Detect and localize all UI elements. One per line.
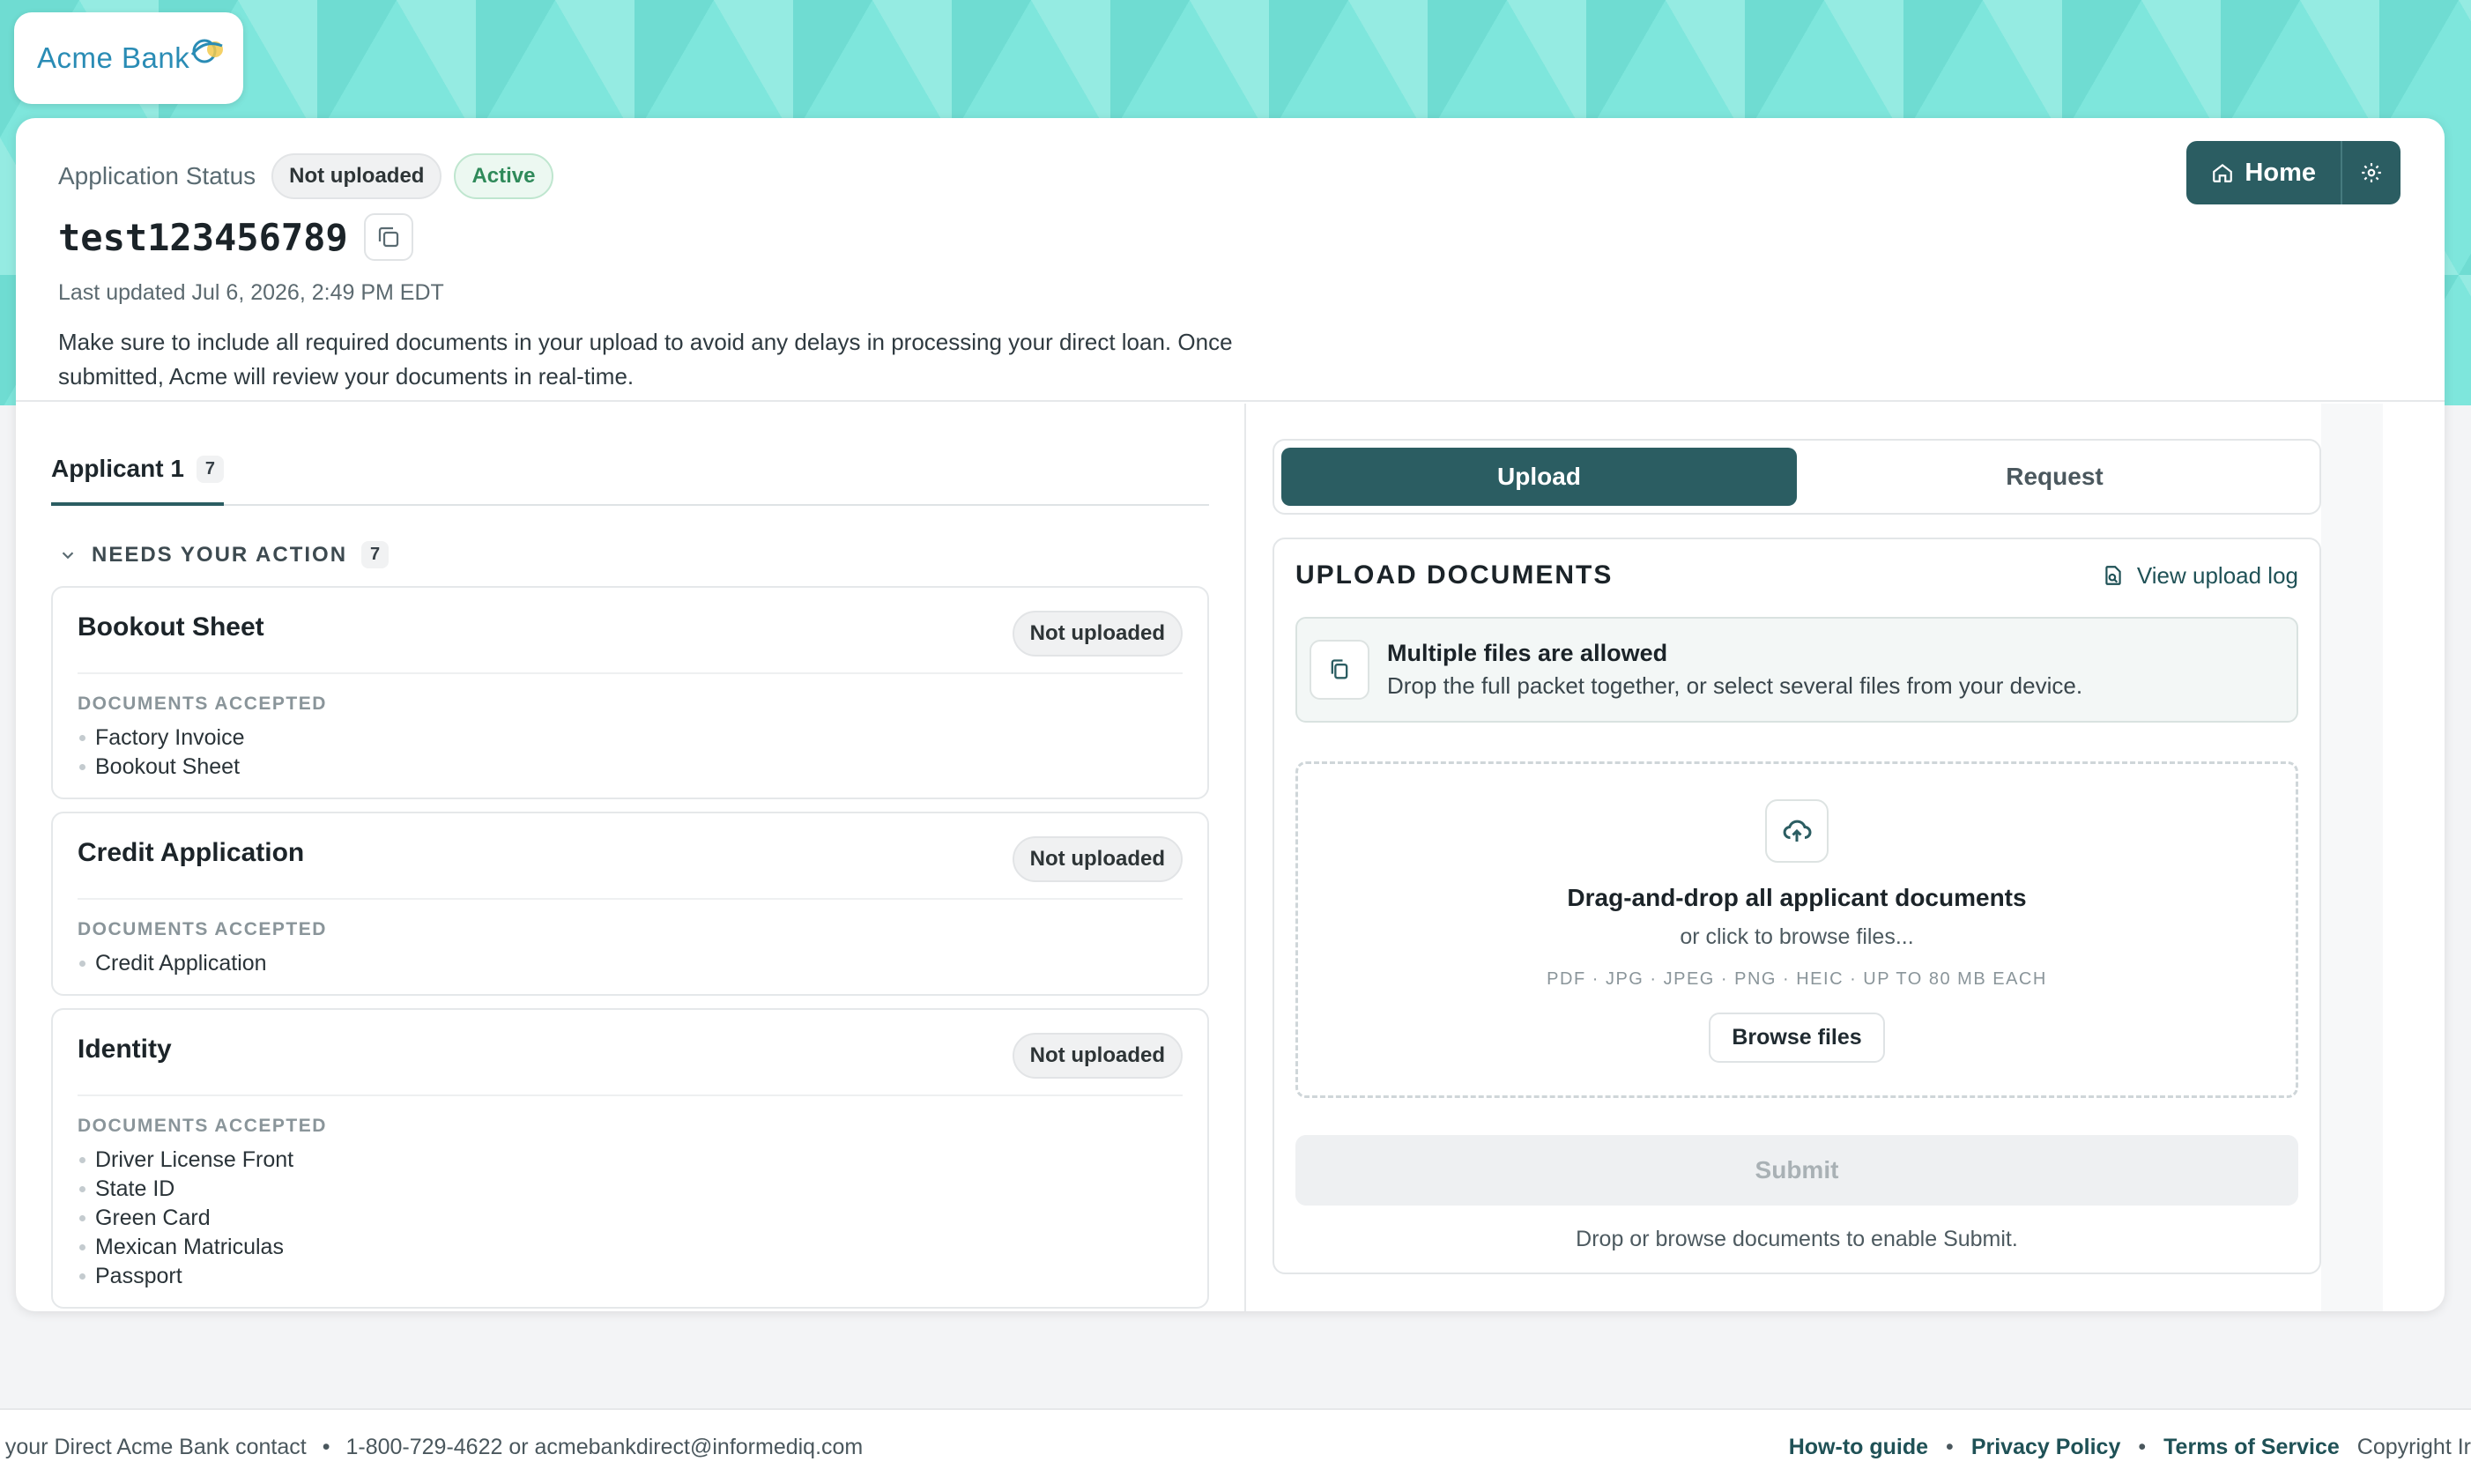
terms-of-service-link[interactable]: Terms of Service — [2163, 1435, 2340, 1460]
list-item: Bookout Sheet — [78, 753, 1183, 782]
copy-icon — [378, 226, 398, 248]
panel-title: UPLOAD DOCUMENTS — [1295, 560, 1614, 590]
accepted-label: DOCUMENTS ACCEPTED — [78, 694, 327, 714]
brand-logo[interactable]: Acme Bank — [14, 12, 243, 104]
multiple-files-notice: Multiple files are allowed Drop the full… — [1295, 617, 2298, 723]
separator-dot: • — [2138, 1434, 2147, 1459]
home-button[interactable]: Home — [2186, 141, 2341, 204]
mode-switch: Upload Request — [1273, 439, 2321, 515]
page-footer: t your Direct Acme Bank contact • 1-800-… — [0, 1408, 2471, 1484]
home-controls: Home — [2186, 141, 2401, 204]
list-item: Factory Invoice — [78, 723, 1183, 753]
card-status-badge: Not uploaded — [1012, 1033, 1183, 1079]
gear-icon — [2362, 163, 2381, 182]
file-dropzone[interactable]: Drag-and-drop all applicant documents or… — [1295, 761, 2298, 1098]
application-card: Application Status Not uploaded Active t… — [16, 118, 2445, 1311]
footer-contact: t your Direct Acme Bank contact • 1-800-… — [0, 1435, 863, 1460]
requirement-card-bookout-sheet: Bookout Sheet Not uploaded DOCUMENTS ACC… — [51, 586, 1209, 799]
submit-hint: Drop or browse documents to enable Submi… — [1576, 1227, 2018, 1251]
requirement-card-credit-application: Credit Application Not uploaded DOCUMENT… — [51, 812, 1209, 996]
active-status-badge: Active — [454, 153, 553, 199]
application-header: Application Status Not uploaded Active t… — [16, 118, 2445, 402]
dropzone-subtitle: or click to browse files... — [1680, 924, 1914, 949]
needs-action-toggle[interactable]: NEEDS YOUR ACTION 7 — [58, 541, 1209, 568]
tab-applicant-1[interactable]: Applicant 1 7 — [51, 455, 225, 506]
copyright-text: Copyright Ir — [2356, 1434, 2471, 1459]
tab-label: Applicant 1 — [51, 455, 184, 482]
accepted-file-types: PDF · JPG · JPEG · PNG · HEIC · UP TO 80… — [1547, 969, 2047, 989]
logo-mark-icon — [190, 39, 223, 63]
card-header: Identity Not uploaded — [78, 1033, 1183, 1096]
requirements-pane: Applicant 1 7 NEEDS YOUR ACTION 7 Bookou… — [16, 404, 1246, 1311]
separator-dot: • — [1946, 1434, 1954, 1459]
application-id: test123456789 — [58, 215, 348, 259]
privacy-policy-link[interactable]: Privacy Policy — [1971, 1435, 2121, 1460]
accepted-doc-list: Factory Invoice Bookout Sheet — [78, 723, 1183, 782]
upload-status-badge: Not uploaded — [271, 153, 442, 199]
last-updated: Last updated Jul 6, 2026, 2:49 PM EDT — [58, 280, 444, 305]
accepted-doc-list: Driver License Front State ID Green Card… — [78, 1146, 1183, 1291]
panel-header: UPLOAD DOCUMENTS View upload log — [1295, 560, 2298, 590]
card-status-badge: Not uploaded — [1012, 611, 1183, 657]
tab-request[interactable]: Request — [1797, 448, 2312, 506]
list-item: Green Card — [78, 1204, 1183, 1233]
list-item: Mexican Matriculas — [78, 1233, 1183, 1262]
section-count-badge: 7 — [361, 541, 390, 568]
settings-button[interactable] — [2341, 141, 2401, 204]
tab-count-badge: 7 — [196, 455, 225, 483]
view-upload-log-link[interactable]: View upload log — [2102, 562, 2298, 590]
list-item: State ID — [78, 1175, 1183, 1204]
list-item: Driver License Front — [78, 1146, 1183, 1175]
upload-pane: Upload Request UPLOAD DOCUMENTS View upl… — [1246, 404, 2383, 1311]
home-label: Home — [2245, 158, 2316, 187]
card-header: Credit Application Not uploaded — [78, 836, 1183, 900]
contact-phone-email[interactable]: 1-800-729-4622 or acmebankdirect@informe… — [345, 1435, 863, 1460]
requirement-card-identity: Identity Not uploaded DOCUMENTS ACCEPTED… — [51, 1008, 1209, 1309]
accepted-doc-list: Credit Application — [78, 949, 1183, 978]
card-header: Bookout Sheet Not uploaded — [78, 611, 1183, 674]
accepted-label: DOCUMENTS ACCEPTED — [78, 1116, 327, 1136]
log-file-icon — [2105, 566, 2121, 585]
contact-text: t your Direct Acme Bank contact — [0, 1434, 307, 1459]
dropzone-title: Drag-and-drop all applicant documents — [1567, 884, 2027, 911]
separator-dot: • — [322, 1434, 330, 1459]
cloud-upload-icon — [1765, 799, 1829, 863]
notice-subtitle: Drop the full packet together, or select… — [1387, 672, 2083, 699]
notice-title: Multiple files are allowed — [1387, 640, 1668, 666]
card-title: Credit Application — [78, 838, 305, 867]
home-icon — [2213, 163, 2233, 182]
list-item: Passport — [78, 1262, 1183, 1291]
chevron-down-icon — [62, 551, 74, 559]
content-area: Applicant 1 7 NEEDS YOUR ACTION 7 Bookou… — [16, 404, 2445, 1311]
brand-name: Acme Bank — [37, 41, 190, 74]
status-label: Application Status — [58, 162, 256, 189]
intro-text: Make sure to include all required docume… — [58, 329, 1233, 390]
files-icon — [1310, 640, 1369, 700]
tab-upload[interactable]: Upload — [1281, 448, 1797, 506]
log-link-label: View upload log — [2136, 561, 2298, 589]
list-item: Credit Application — [78, 949, 1183, 978]
upload-documents-panel: UPLOAD DOCUMENTS View upload log Multipl… — [1273, 538, 2321, 1274]
card-status-badge: Not uploaded — [1012, 836, 1183, 882]
accepted-label: DOCUMENTS ACCEPTED — [78, 919, 327, 939]
browse-files-button[interactable]: Browse files — [1709, 1013, 1885, 1063]
submit-button[interactable]: Submit — [1295, 1135, 2298, 1206]
copy-id-button[interactable] — [363, 213, 413, 261]
section-title: NEEDS YOUR ACTION — [92, 542, 348, 567]
card-title: Identity — [78, 1035, 172, 1064]
applicant-tabs: Applicant 1 7 — [51, 455, 1209, 506]
status-row: Application Status Not uploaded Active — [58, 153, 2402, 199]
how-to-guide-link[interactable]: How-to guide — [1789, 1435, 1928, 1460]
application-id-row: test123456789 — [58, 213, 2402, 261]
footer-links: How-to guide • Privacy Policy • Terms of… — [1789, 1435, 2471, 1460]
card-title: Bookout Sheet — [78, 612, 264, 642]
pane-gutter — [2321, 404, 2383, 1311]
